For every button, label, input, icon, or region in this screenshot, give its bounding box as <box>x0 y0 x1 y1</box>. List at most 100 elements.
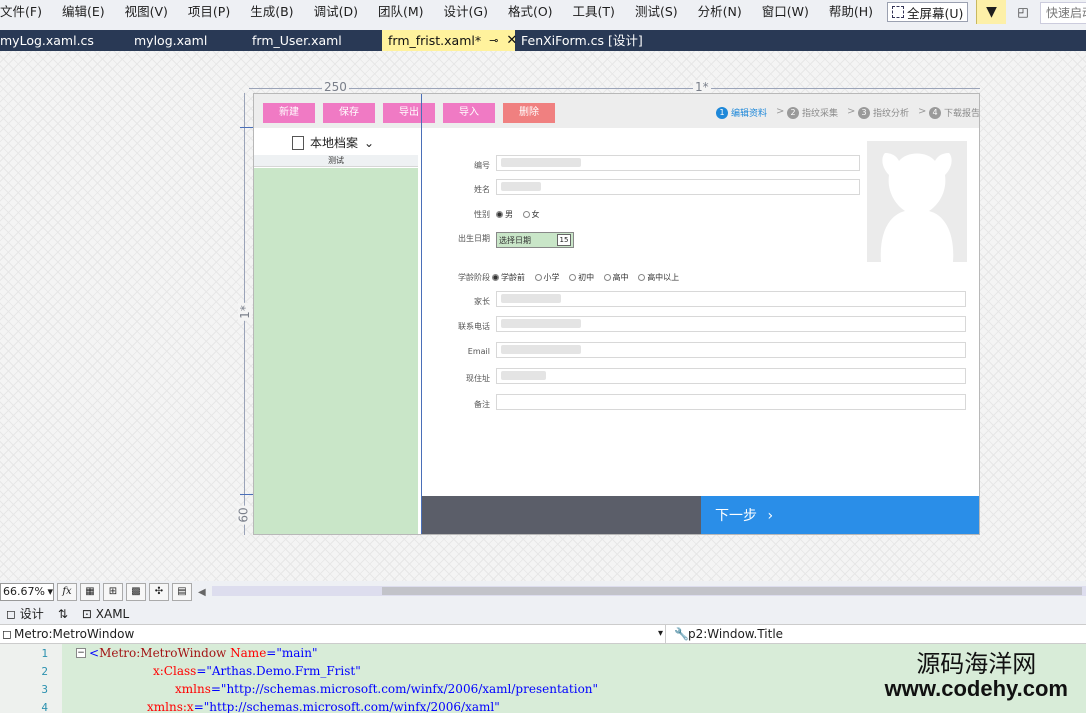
property-selector[interactable]: 🔧 p2:Window.Title <box>672 625 796 643</box>
metro-window-preview: 新建 保存 导出 导入 删除 1 编辑资料 > 2 指纹采集 > 3 指纹分析 … <box>253 93 980 535</box>
menu-project[interactable]: 项目(P) <box>178 0 240 24</box>
export-button[interactable]: 导出 <box>383 103 435 123</box>
import-button[interactable]: 导入 <box>443 103 495 123</box>
document-snap-icon[interactable]: ▤ <box>172 583 192 601</box>
tab-frm-frist[interactable]: frm_frist.xaml* ⊸ ✕ <box>382 30 517 51</box>
archive-panel: 本地档案 ⌄ 测试 <box>254 128 422 534</box>
menu-view[interactable]: 视图(V) <box>115 0 178 24</box>
stage-above-radio[interactable]: 高中以上 <box>638 273 679 282</box>
code-line-1: <Metro:MetroWindow Name="main" <box>89 646 318 660</box>
parent-label: 家长 <box>474 297 490 306</box>
step-fingerprint-collect[interactable]: 2 指纹采集 <box>787 106 838 119</box>
avatar-silhouette-icon <box>880 153 954 262</box>
chevron-right-icon: › <box>767 508 774 524</box>
parent-field[interactable] <box>496 291 966 307</box>
menu-tools[interactable]: 工具(T) <box>563 0 625 24</box>
zoom-select[interactable]: 66.67% ▾ <box>0 583 54 601</box>
tab-xaml[interactable]: ⊡ XAML <box>82 607 129 621</box>
phone-label: 联系电话 <box>458 322 490 331</box>
formula-icon[interactable]: fx <box>57 583 77 601</box>
row-marker-top[interactable] <box>240 127 254 128</box>
scroll-left-icon[interactable]: ◀ <box>198 587 206 598</box>
filter-icon[interactable]: ▼ <box>976 0 1006 24</box>
step-label: 指纹分析 <box>873 109 910 119</box>
menu-test[interactable]: 测试(S) <box>625 0 688 24</box>
swap-panes-icon[interactable]: ⇅ <box>58 607 68 621</box>
menu-format[interactable]: 格式(O) <box>498 0 563 24</box>
gender-male-radio[interactable]: 男 <box>496 210 513 219</box>
stage-preschool-radio[interactable]: 学龄前 <box>492 273 525 282</box>
collapse-icon[interactable]: − <box>76 648 86 658</box>
menu-bar: 文件(F) 编辑(E) 视图(V) 项目(P) 生成(B) 调试(D) 团队(M… <box>0 0 1086 24</box>
line-number: 4 <box>41 701 48 713</box>
quick-launch-input[interactable]: 快速启动 <box>1040 2 1086 24</box>
step-number: 3 <box>858 106 870 119</box>
menu-team[interactable]: 团队(M) <box>368 0 434 24</box>
snap-icon[interactable]: ✣ <box>149 583 169 601</box>
menu-window[interactable]: 窗口(W) <box>752 0 819 24</box>
email-field[interactable] <box>496 342 966 358</box>
remark-field[interactable] <box>496 394 966 410</box>
delete-button[interactable]: 删除 <box>503 103 555 123</box>
property-name: p2:Window.Title <box>688 627 784 641</box>
row-height-60: 60 <box>236 505 251 525</box>
watermark: 源码海洋网 www.codehy.com <box>885 651 1068 700</box>
step-fingerprint-analyze[interactable]: 3 指纹分析 <box>858 106 909 119</box>
stage-primary-radio[interactable]: 小学 <box>534 273 560 282</box>
photo-placeholder[interactable] <box>867 141 967 262</box>
pin-icon[interactable]: ⊸ <box>489 30 498 51</box>
menu-design[interactable]: 设计(G) <box>434 0 498 24</box>
checker-icon[interactable]: ▩ <box>126 583 146 601</box>
name-field[interactable] <box>496 179 860 195</box>
archive-label: 本地档案 <box>310 136 359 150</box>
element-name: Metro:MetroWindow <box>14 627 135 641</box>
archive-dropdown[interactable]: 本地档案 ⌄ <box>292 134 374 151</box>
birthday-picker[interactable]: 选择日期 15 <box>496 232 574 248</box>
view-tabs: ◻ 设计 ⇅ ⊡ XAML <box>0 603 1086 624</box>
step-label: 下载报告 <box>944 109 980 119</box>
horizontal-scrollbar[interactable] <box>212 586 1086 596</box>
document-icon <box>292 135 304 150</box>
code-line-4: xmlns:x="http://schemas.microsoft.com/wi… <box>147 700 500 713</box>
stage-junior-radio[interactable]: 初中 <box>569 273 594 282</box>
stage-label: 学龄阶段 <box>458 273 490 282</box>
column-splitter[interactable] <box>421 94 422 534</box>
feedback-icon[interactable]: ◰ <box>1012 2 1034 22</box>
stage-senior-radio[interactable]: 高中 <box>603 273 629 282</box>
phone-field[interactable] <box>496 316 966 332</box>
tab-mylog-xaml-cs[interactable]: myLog.xaml.cs <box>0 30 120 51</box>
app-toolbar: 新建 保存 导出 导入 删除 1 编辑资料 > 2 指纹采集 > 3 指纹分析 … <box>254 94 980 128</box>
menu-help[interactable]: 帮助(H) <box>819 0 883 24</box>
scroll-thumb[interactable] <box>382 587 1082 595</box>
tab-frm-user[interactable]: frm_User.xaml <box>244 30 382 51</box>
address-field[interactable] <box>496 368 966 384</box>
row-marker[interactable] <box>240 494 254 495</box>
step-number: 1 <box>716 106 728 119</box>
new-button[interactable]: 新建 <box>263 103 315 123</box>
save-button[interactable]: 保存 <box>323 103 375 123</box>
calendar-icon[interactable]: 15 <box>557 234 571 246</box>
next-step-button[interactable]: 下一步 › <box>701 496 979 534</box>
element-selector[interactable]: ◻ Metro:MetroWindow ▾ <box>0 625 666 643</box>
gender-female-radio[interactable]: 女 <box>522 210 540 219</box>
menu-file[interactable]: 文件(F) <box>0 0 52 24</box>
tab-design[interactable]: ◻ 设计 <box>6 605 44 622</box>
step-edit-info[interactable]: 1 编辑资料 <box>716 106 767 119</box>
grid-lines-icon[interactable]: ⊞ <box>103 583 123 601</box>
remark-label: 备注 <box>474 400 490 409</box>
list-column-header[interactable]: 测试 <box>254 155 418 167</box>
column-ruler <box>249 88 980 89</box>
step-download-report[interactable]: 4 下载报告 <box>929 106 980 119</box>
design-icon: ◻ <box>6 607 16 621</box>
menu-debug[interactable]: 调试(D) <box>304 0 368 24</box>
tab-fenxiform[interactable]: FenXiForm.cs [设计] <box>515 30 680 51</box>
line-number-gutter: 1 2 3 4 <box>0 644 62 713</box>
menu-edit[interactable]: 编辑(E) <box>52 0 115 24</box>
tab-mylog-xaml[interactable]: mylog.xaml <box>120 30 244 51</box>
number-field[interactable] <box>496 155 860 171</box>
menu-analyze[interactable]: 分析(N) <box>688 0 752 24</box>
fullscreen-button[interactable]: 全屏幕(U) <box>887 2 969 22</box>
menu-build[interactable]: 生成(B) <box>240 0 303 24</box>
archive-list[interactable] <box>254 168 418 534</box>
grid-icon[interactable]: ▦ <box>80 583 100 601</box>
